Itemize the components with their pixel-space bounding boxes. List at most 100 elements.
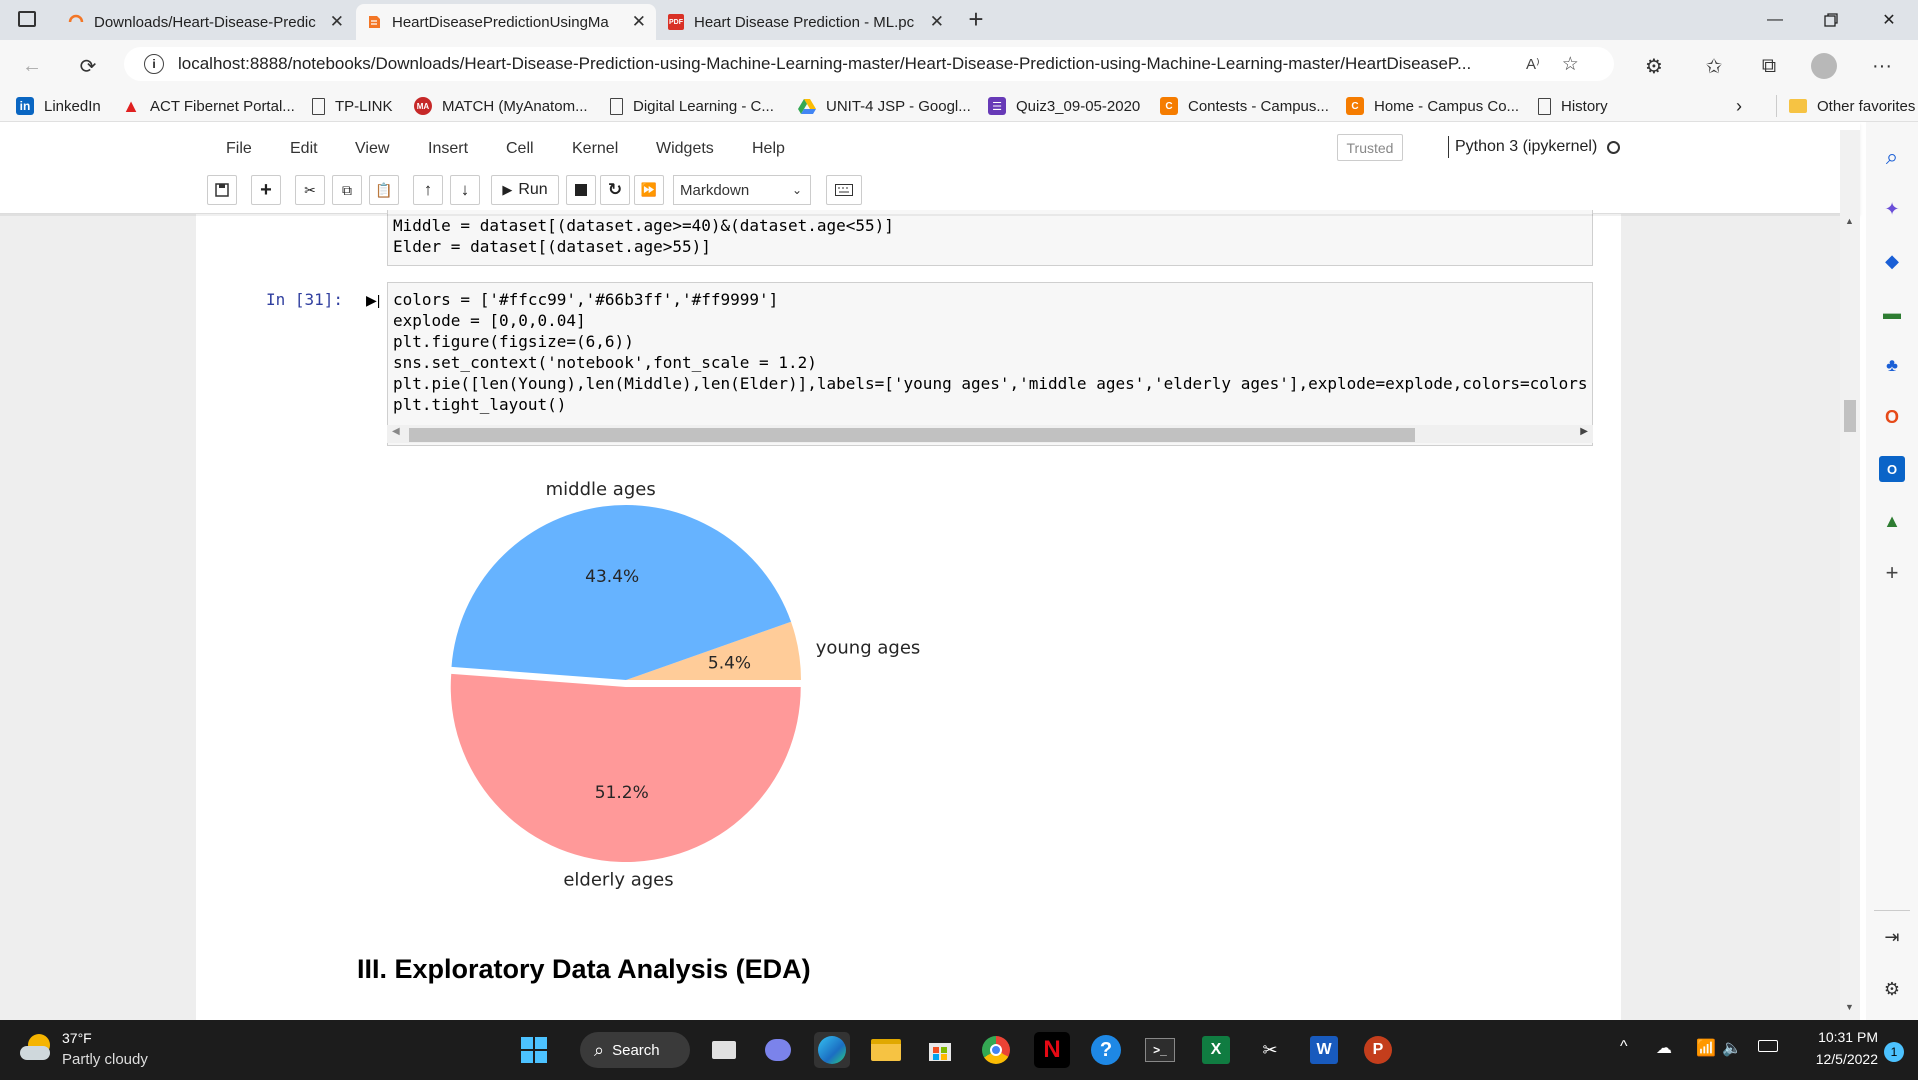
tab-downloads[interactable]: Downloads/Heart-Disease-Predic ✕ <box>58 4 354 40</box>
settings-icon[interactable]: ⚙ <box>1879 976 1905 1002</box>
menu-kernel[interactable]: Kernel <box>572 140 618 158</box>
battery-icon[interactable] <box>1758 1040 1778 1052</box>
terminal-icon[interactable]: >_ <box>1142 1032 1178 1068</box>
scrollbar-thumb[interactable] <box>1844 400 1856 432</box>
snipping-tool-icon[interactable]: ✂ <box>1252 1032 1288 1068</box>
copilot-icon[interactable]: ✦ <box>1879 196 1905 222</box>
file-explorer-icon[interactable] <box>868 1032 904 1068</box>
more-bookmarks-icon[interactable]: › <box>1736 95 1742 117</box>
previous-code-cell[interactable]: Middle = dataset[(dataset.age>=40)&(data… <box>387 210 1593 266</box>
menu-help[interactable]: Help <box>752 140 785 158</box>
word-icon[interactable]: W <box>1306 1032 1342 1068</box>
search-icon[interactable]: ⌕ <box>1879 144 1905 170</box>
other-favorites[interactable]: Other favorites <box>1776 95 1915 117</box>
new-tab-button[interactable]: + <box>964 4 988 35</box>
move-down-button[interactable]: ↓ <box>450 175 480 205</box>
tools-icon[interactable]: ▬ <box>1879 300 1905 326</box>
restart-run-all-button[interactable]: ⏩ <box>634 175 664 205</box>
url-field[interactable]: i localhost:8888/notebooks/Downloads/Hea… <box>124 47 1614 81</box>
code-horizontal-scrollbar[interactable]: ◀ ▶ <box>387 425 1593 443</box>
bookmark-unit4[interactable]: UNIT-4 JSP - Googl... <box>798 95 971 117</box>
bookmark-linkedin[interactable]: in LinkedIn <box>16 95 101 117</box>
back-icon[interactable]: ← <box>18 52 46 80</box>
favorites-icon[interactable]: ✩ <box>1700 52 1728 80</box>
add-favorite-icon[interactable]: ☆ <box>1562 53 1579 76</box>
scroll-up-icon[interactable]: ▲ <box>1845 216 1854 226</box>
cut-button[interactable]: ✂ <box>295 175 325 205</box>
bookmark-quiz3[interactable]: ☰ Quiz3_09-05-2020 <box>988 95 1140 117</box>
cell-type-select[interactable]: Markdown ⌄ <box>673 175 811 205</box>
read-aloud-icon[interactable]: A⁾ <box>1526 55 1540 73</box>
notification-badge[interactable]: 1 <box>1884 1042 1904 1062</box>
close-window-icon[interactable]: ✕ <box>1866 6 1912 34</box>
scroll-left-icon[interactable]: ◀ <box>392 426 400 437</box>
run-button[interactable]: ▶ Run <box>491 175 559 205</box>
edge-icon[interactable] <box>814 1032 850 1068</box>
store-icon[interactable] <box>922 1032 958 1068</box>
restore-icon[interactable] <box>1808 6 1854 34</box>
profile-avatar[interactable] <box>1810 52 1838 80</box>
extensions-icon[interactable]: ⚙ <box>1640 52 1668 80</box>
netflix-icon[interactable]: N <box>1034 1032 1070 1068</box>
bookmark-digital-learning[interactable]: Digital Learning - C... <box>610 95 774 117</box>
close-tab-icon[interactable]: ✕ <box>930 12 944 32</box>
kernel-indicator[interactable]: Python 3 (ipykernel) <box>1448 136 1621 158</box>
task-view-icon[interactable] <box>706 1032 742 1068</box>
interrupt-button[interactable] <box>566 175 596 205</box>
help-icon[interactable]: ? <box>1088 1032 1124 1068</box>
powerpoint-icon[interactable]: P <box>1360 1032 1396 1068</box>
taskbar-search[interactable]: ⌕ Search <box>580 1032 690 1068</box>
restart-button[interactable]: ↻ <box>600 175 630 205</box>
scrollbar-thumb[interactable] <box>409 428 1415 442</box>
weather-icon[interactable] <box>20 1034 54 1064</box>
show-hidden-icons[interactable]: ^ <box>1620 1038 1628 1056</box>
chat-icon[interactable] <box>760 1032 796 1068</box>
insert-cell-button[interactable]: + <box>251 175 281 205</box>
bookmark-act[interactable]: ▲ ACT Fibernet Portal... <box>122 95 295 117</box>
menu-cell[interactable]: Cell <box>506 140 534 158</box>
collections-icon[interactable]: ⧉ <box>1755 52 1783 80</box>
copy-button[interactable]: ⧉ <box>332 175 362 205</box>
outlook-icon[interactable]: O <box>1879 456 1905 482</box>
scroll-right-icon[interactable]: ▶ <box>1580 426 1588 437</box>
menu-view[interactable]: View <box>355 140 389 158</box>
tab-actions-icon[interactable] <box>18 11 36 27</box>
onedrive-icon[interactable]: ☁ <box>1656 1038 1672 1058</box>
minimize-icon[interactable]: — <box>1752 6 1798 34</box>
menu-insert[interactable]: Insert <box>428 140 468 158</box>
volume-icon[interactable]: 🔈 <box>1722 1038 1742 1058</box>
page-vertical-scrollbar[interactable]: ▲ ▼ <box>1840 130 1860 1020</box>
refresh-icon[interactable]: ⟳ <box>74 52 102 80</box>
close-tab-icon[interactable]: ✕ <box>632 12 646 32</box>
menu-edit[interactable]: Edit <box>290 140 318 158</box>
tab-pdf[interactable]: PDF Heart Disease Prediction - ML.pc ✕ <box>658 4 954 40</box>
site-info-icon[interactable]: i <box>144 54 164 74</box>
menu-file[interactable]: File <box>226 140 252 158</box>
games-icon[interactable]: ♣ <box>1879 352 1905 378</box>
bookmark-home-campus[interactable]: C Home - Campus Co... <box>1346 95 1519 117</box>
menu-widgets[interactable]: Widgets <box>656 140 714 158</box>
hide-sidebar-icon[interactable]: ⇥ <box>1879 924 1905 950</box>
bookmark-contests[interactable]: C Contests - Campus... <box>1160 95 1329 117</box>
wifi-icon[interactable]: 📶 <box>1696 1038 1716 1058</box>
keyboard-shortcuts-button[interactable] <box>826 175 862 205</box>
add-sidebar-icon[interactable]: + <box>1879 560 1905 586</box>
clock-time[interactable]: 10:31 PM <box>1802 1029 1878 1045</box>
close-tab-icon[interactable]: ✕ <box>330 12 344 32</box>
bookmark-match[interactable]: MA MATCH (MyAnatom... <box>414 95 588 117</box>
bookmark-history[interactable]: History <box>1538 95 1608 117</box>
code-cell[interactable]: colors = ['#ffcc99','#66b3ff','#ff9999']… <box>387 282 1593 446</box>
clock-date[interactable]: 12/5/2022 <box>1802 1051 1878 1067</box>
bookmark-tplink[interactable]: TP-LINK <box>312 95 393 117</box>
more-menu-icon[interactable]: ··· <box>1868 52 1896 80</box>
chrome-icon[interactable] <box>978 1032 1014 1068</box>
tree-icon[interactable]: ▲ <box>1879 508 1905 534</box>
paste-button[interactable]: 📋 <box>369 175 399 205</box>
excel-icon[interactable]: X <box>1198 1032 1234 1068</box>
save-button[interactable] <box>207 175 237 205</box>
trusted-indicator[interactable]: Trusted <box>1337 134 1403 161</box>
office-icon[interactable]: O <box>1879 404 1905 430</box>
scroll-down-icon[interactable]: ▼ <box>1845 1002 1854 1012</box>
move-up-button[interactable]: ↑ <box>413 175 443 205</box>
shopping-icon[interactable]: ◆ <box>1879 248 1905 274</box>
